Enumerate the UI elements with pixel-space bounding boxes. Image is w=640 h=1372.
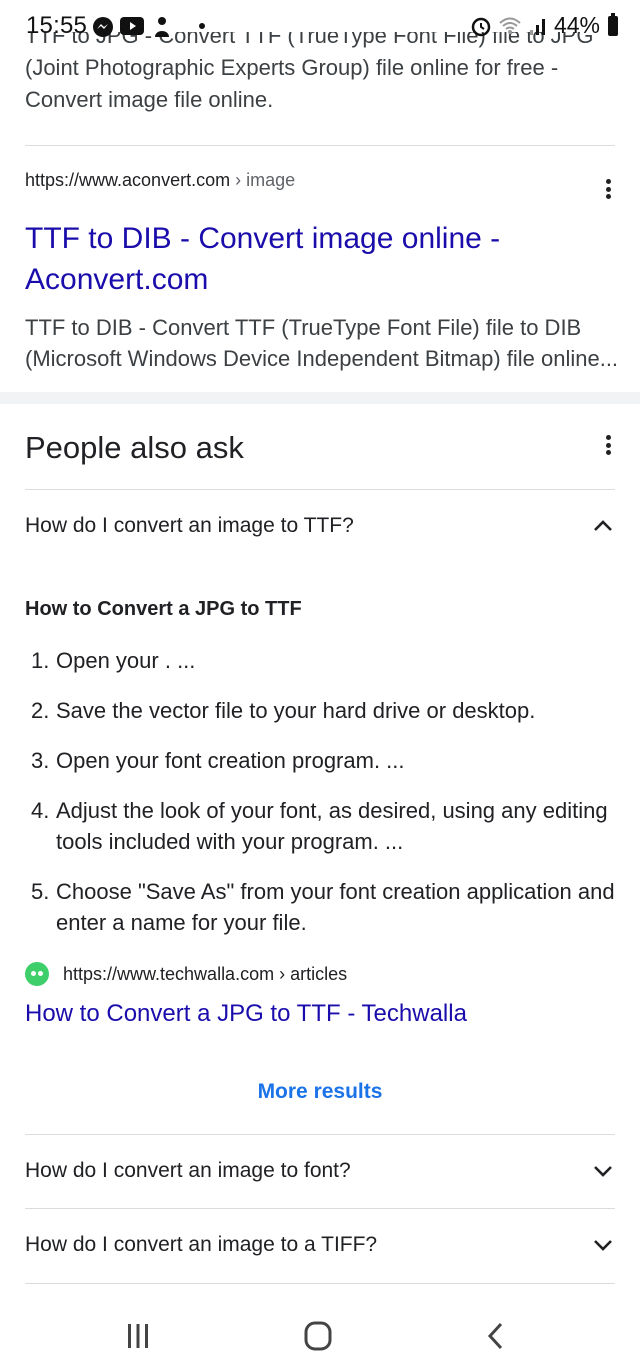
- step-number: 4.: [31, 798, 50, 823]
- snippet-line: Convert image file online.: [25, 87, 274, 112]
- step-text: Open your . ...: [56, 648, 196, 673]
- youtube-icon: [120, 17, 144, 35]
- list-item: 2. Save the vector file to your hard driv…: [25, 695, 615, 726]
- status-right: 44%: [470, 12, 618, 39]
- section-separator: [0, 392, 640, 404]
- list-item: 4. Adjust the look of your font, as desir…: [25, 795, 615, 857]
- result-snippet: TTF to DIB - Convert TTF (TrueType Font …: [25, 315, 619, 371]
- question-text: How do I convert an image to TTF?: [25, 514, 354, 537]
- answer-source[interactable]: https://www.techwalla.com › articles: [25, 962, 347, 986]
- result-url-base: https://www.aconvert.com: [25, 170, 231, 190]
- step-text: Choose "Save As" from your font creation…: [56, 879, 615, 935]
- signal-icon: [529, 18, 545, 35]
- recent-apps-button[interactable]: [108, 1316, 168, 1356]
- paa-question[interactable]: How do I convert an image to font?: [25, 1135, 615, 1207]
- result-title-link[interactable]: TTF to DIB - Convert image online - Acon…: [25, 218, 605, 300]
- chevron-up-icon[interactable]: [591, 514, 615, 538]
- status-time: 15:55: [26, 12, 88, 39]
- paa-more-options-icon[interactable]: [596, 433, 620, 457]
- step-number: 1.: [31, 648, 50, 673]
- techwalla-favicon-icon: [25, 962, 49, 986]
- home-button[interactable]: [288, 1316, 348, 1356]
- step-text: Open your font creation program. ...: [56, 748, 405, 773]
- home-icon: [304, 1321, 332, 1351]
- step-number: 2.: [31, 698, 50, 723]
- previous-result-snippet: TTF to JPG - Convert TTF (TrueType Font …: [25, 32, 615, 128]
- battery-icon: [608, 12, 618, 36]
- divider: [25, 1283, 615, 1284]
- dot-icon: [199, 23, 205, 29]
- chevron-down-icon[interactable]: [591, 1159, 615, 1183]
- back-button[interactable]: [466, 1316, 526, 1356]
- source-url: https://www.techwalla.com › articles: [63, 963, 348, 984]
- paa-question-expanded[interactable]: How do I convert an image to TTF?: [25, 490, 615, 562]
- result-more-options-icon[interactable]: [596, 177, 620, 201]
- navigation-bar: [0, 1296, 640, 1372]
- step-number: 3.: [31, 748, 50, 773]
- wifi-icon: [499, 17, 521, 34]
- list-item: 1. Open your . ...: [25, 645, 615, 676]
- source-title-link[interactable]: How to Convert a JPG to TTF - Techwalla: [25, 1000, 467, 1028]
- snippet-line: (Joint Photographic Experts Group) file …: [25, 55, 559, 80]
- question-text: How do I convert an image to font?: [25, 1159, 351, 1182]
- step-number: 5.: [31, 879, 50, 904]
- result-url-crumb: › image: [230, 170, 296, 190]
- step-text: Adjust the look of your font, as desired…: [56, 798, 608, 854]
- recent-apps-icon: [128, 1324, 148, 1348]
- messenger-icon: [93, 17, 113, 37]
- step-text: Save the vector file to your hard drive …: [56, 698, 536, 723]
- paa-question[interactable]: How do I convert an image to a TIFF?: [25, 1209, 615, 1281]
- people-also-ask-heading: People also ask: [25, 430, 244, 465]
- battery-percent: 44%: [553, 12, 600, 38]
- status-bar: 15:55 44%: [0, 0, 640, 46]
- figure-icon: [155, 17, 169, 37]
- back-icon: [487, 1322, 503, 1350]
- result-url[interactable]: https://www.aconvert.com › image: [25, 170, 295, 191]
- question-text: How do I convert an image to a TIFF?: [25, 1233, 378, 1256]
- list-item: 3. Open your font creation program. ...: [25, 745, 615, 776]
- more-results-button[interactable]: More results: [0, 1080, 640, 1104]
- list-item: 5. Choose "Save As" from your font creati…: [25, 876, 615, 938]
- divider: [25, 145, 615, 146]
- alarm-icon: [471, 17, 491, 36]
- chevron-down-icon[interactable]: [591, 1233, 615, 1257]
- answer-steps-list: 1. Open your . ... 2. Save the vector file…: [25, 645, 615, 957]
- answer-title: How to Convert a JPG to TTF: [25, 598, 302, 620]
